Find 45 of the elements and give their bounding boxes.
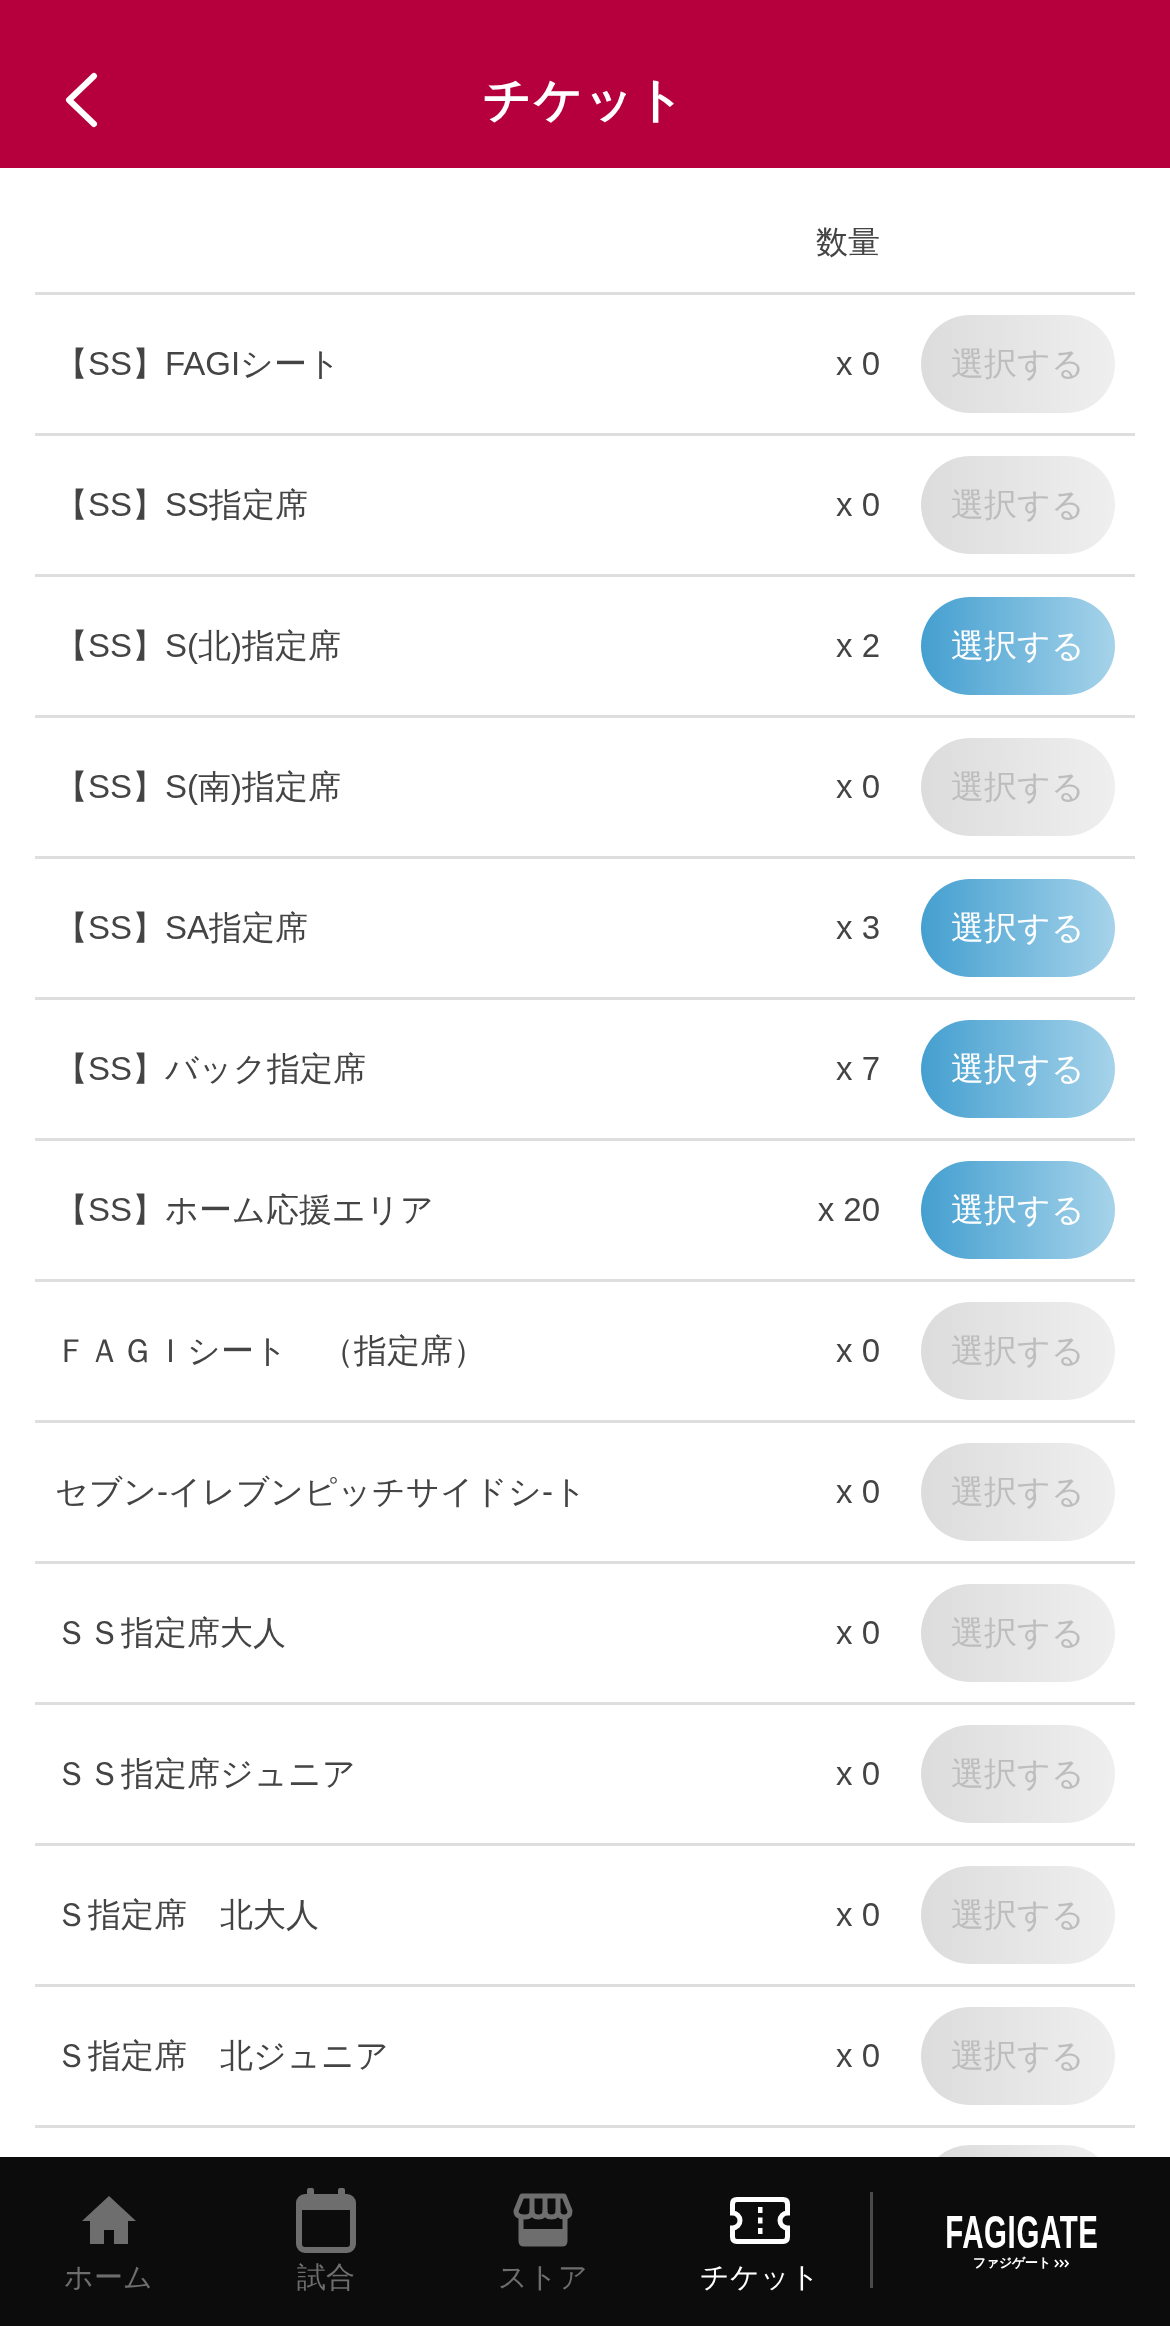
logo-wordmark: FAGIGATE — [944, 2209, 1099, 2255]
quantity: x 0 — [835, 1331, 880, 1371]
ticket-name: 【SS】FAGIシート — [55, 344, 343, 384]
ticket-name: Ｓ指定席 北ジュニア — [55, 2036, 390, 2076]
ticket-name: ＳＳ指定席ジュニア — [55, 1754, 357, 1794]
ticket-name: ＳＳ指定席大人 — [55, 1613, 287, 1653]
ticket-name: セブン-イレブンピッチサイドシ-ト — [55, 1472, 588, 1512]
select-button[interactable]: 選択する — [921, 1161, 1115, 1259]
quantity: x 0 — [835, 2036, 880, 2076]
nav-tab[interactable]: ストア — [434, 2157, 651, 2326]
quantity: x 0 — [835, 767, 880, 807]
quantity: x 2 — [835, 626, 880, 666]
select-button[interactable]: 選択する — [921, 879, 1115, 977]
calendar-icon — [295, 2187, 356, 2253]
ticket-name: ＦＡＧＩシート （指定席） — [55, 1331, 487, 1371]
nav-tab[interactable]: 試合 — [217, 2157, 434, 2326]
ticket-name: 【SS】S(北)指定席 — [55, 626, 342, 666]
quantity: x 0 — [835, 1472, 880, 1512]
ticket-name: 【SS】SS指定席 — [55, 485, 310, 525]
quantity: x 20 — [817, 1190, 880, 1230]
select-button[interactable]: 選択する — [921, 597, 1115, 695]
quantity: x 7 — [835, 1049, 880, 1089]
ticket-name: 【SS】ホーム応援エリア — [55, 1190, 436, 1230]
quantity: x 0 — [835, 344, 880, 384]
home-icon — [80, 2195, 137, 2245]
nav-tab[interactable]: チケット — [651, 2157, 868, 2326]
nav-tab[interactable]: ホーム — [0, 2157, 217, 2326]
ticket-name: 【SS】バック指定席 — [55, 1049, 368, 1089]
ticket-name: Ｓ指定席 北大人 — [55, 1895, 320, 1935]
ticket-icon — [729, 2196, 790, 2244]
select-button[interactable]: 選択する — [921, 1020, 1115, 1118]
quantity-heading: 数量 — [816, 223, 880, 262]
ticket-name: 【SS】S(南)指定席 — [55, 767, 342, 807]
back-button[interactable] — [64, 72, 98, 128]
quantity: x 0 — [835, 1754, 880, 1794]
quantity: x 0 — [835, 1613, 880, 1653]
ticket-name: 【SS】SA指定席 — [55, 908, 310, 948]
chevron-left-icon — [64, 72, 98, 128]
quantity: x 0 — [835, 1895, 880, 1935]
quantity: x 3 — [835, 908, 880, 948]
logo-subtitle: ファジゲート — [973, 2256, 1051, 2270]
quantity: x 0 — [835, 485, 880, 525]
page-title: チケット — [483, 72, 687, 128]
store-icon — [512, 2193, 573, 2247]
chevrons-icon — [1054, 2258, 1070, 2268]
